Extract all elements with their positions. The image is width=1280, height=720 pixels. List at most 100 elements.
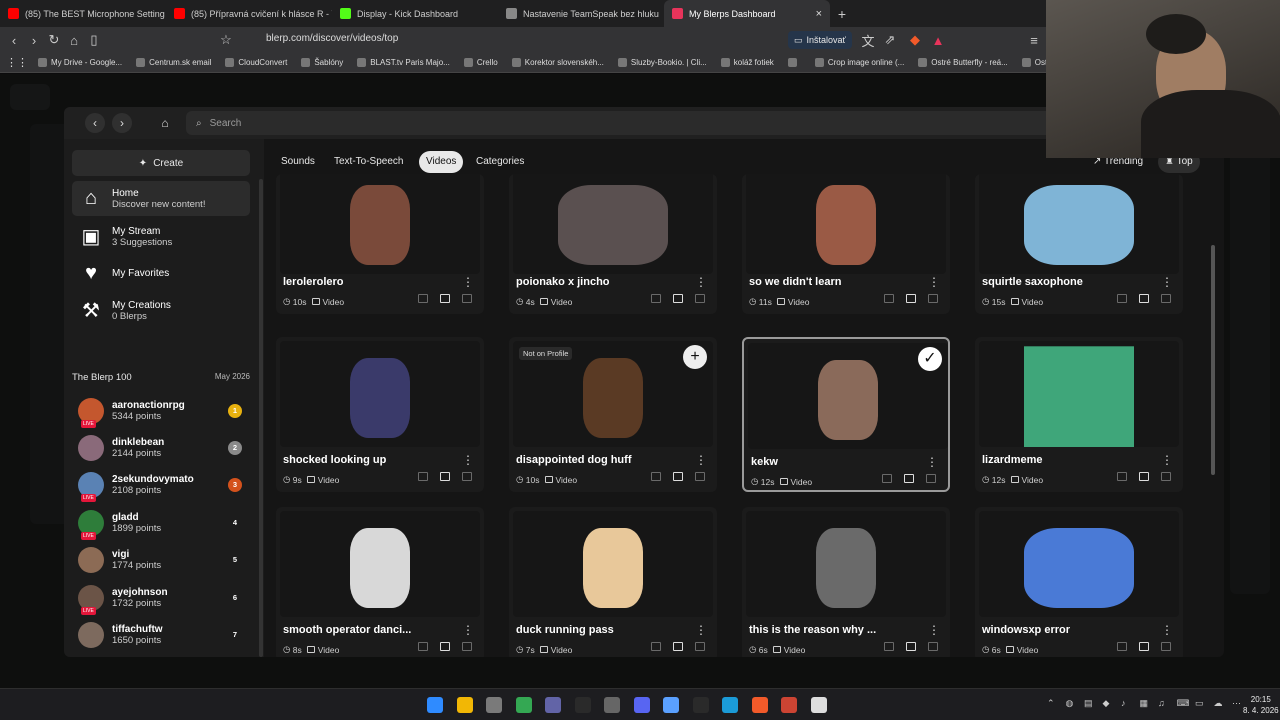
fullscreen-icon[interactable] bbox=[695, 472, 705, 481]
system-clock[interactable]: 20:15 8. 4. 2026 bbox=[1243, 694, 1279, 716]
more-options-icon[interactable]: ⋮ bbox=[1161, 453, 1173, 467]
more-options-icon[interactable]: ⋮ bbox=[695, 453, 707, 467]
video-card[interactable]: lerolerolero ⋮ ◷ 10s Video bbox=[276, 174, 484, 314]
leaderboard-row[interactable]: vigi 1774 points 5 bbox=[72, 542, 250, 579]
video-thumbnail[interactable] bbox=[979, 511, 1179, 617]
home-icon[interactable]: ⌂ bbox=[155, 113, 175, 133]
leaderboard-row[interactable]: tiffachuftw 1650 points 7 bbox=[72, 616, 250, 653]
leaderboard-row[interactable]: dinklebean 2144 points 2 bbox=[72, 429, 250, 466]
search-input[interactable]: ⌕ Search bbox=[186, 111, 1086, 135]
tab-text-to-speech[interactable]: Text-To-Speech bbox=[327, 151, 410, 173]
video-card[interactable]: shocked looking up ⋮ ◷ 9s Video bbox=[276, 337, 484, 492]
brave-icon[interactable] bbox=[751, 697, 768, 713]
app-icon[interactable] bbox=[574, 697, 591, 713]
bookmark-item[interactable] bbox=[787, 58, 801, 67]
tray-icon[interactable]: ⌨ bbox=[1177, 698, 1190, 709]
bookmark-item[interactable]: Šablóny bbox=[301, 58, 343, 67]
bookmark-item[interactable]: Sluzby-Bookio. | Cli... bbox=[617, 58, 707, 67]
screen-icon[interactable] bbox=[440, 294, 450, 303]
fullscreen-icon[interactable] bbox=[1161, 294, 1171, 303]
reload-icon[interactable]: ↻ bbox=[44, 32, 64, 48]
pip-icon[interactable] bbox=[418, 294, 428, 303]
create-button[interactable]: ✦ Create bbox=[72, 150, 250, 176]
tray-icon[interactable]: ▦ bbox=[1140, 698, 1149, 709]
sidebar-scrollbar[interactable] bbox=[259, 179, 263, 657]
leaderboard-row[interactable]: LIVE 2sekundovymato 2108 points 3 bbox=[72, 467, 250, 504]
fullscreen-icon[interactable] bbox=[928, 294, 938, 303]
more-options-icon[interactable]: ⋮ bbox=[928, 275, 940, 289]
apps-icon[interactable]: ⋮⋮ bbox=[6, 56, 28, 69]
install-button[interactable]: ▭ Inštalovať bbox=[788, 31, 852, 49]
video-thumbnail[interactable] bbox=[746, 174, 946, 274]
tray-icon[interactable]: ♪ bbox=[1121, 698, 1126, 708]
app-icon[interactable] bbox=[663, 697, 679, 713]
more-options-icon[interactable]: ⋮ bbox=[1161, 623, 1173, 637]
capcut-icon[interactable] bbox=[810, 697, 827, 713]
start-icon[interactable] bbox=[427, 697, 443, 713]
leaderboard-row[interactable]: LIVErenekreher1504 points8 bbox=[72, 654, 250, 657]
bookmark-item[interactable]: Crello bbox=[463, 58, 498, 67]
back-arrow-icon[interactable]: ‹ bbox=[85, 113, 105, 133]
bookmark-item[interactable]: Centrum.sk email bbox=[136, 58, 211, 67]
screen-icon[interactable] bbox=[1139, 642, 1149, 651]
screen-icon[interactable] bbox=[440, 472, 450, 481]
chrome-icon[interactable] bbox=[515, 697, 532, 713]
video-thumbnail[interactable]: Not on Profile + bbox=[513, 341, 713, 447]
sidebar-item-my-stream[interactable]: ▣ My Stream 3 Suggestions bbox=[72, 219, 250, 254]
more-options-icon[interactable]: ⋮ bbox=[462, 453, 474, 467]
screen-icon[interactable] bbox=[906, 642, 916, 651]
pip-icon[interactable] bbox=[1117, 472, 1127, 481]
browser-tab[interactable]: (85) The BEST Microphone Setting fo bbox=[0, 0, 166, 27]
sidebar-item-my-favorites[interactable]: ♥ My Favorites bbox=[72, 256, 250, 291]
back-icon[interactable]: ‹ bbox=[4, 33, 24, 48]
app-icon[interactable] bbox=[545, 697, 561, 713]
bookmark-item[interactable]: My Drive - Google... bbox=[38, 58, 122, 67]
video-card[interactable]: poionako x jincho ⋮ ◷ 4s Video bbox=[509, 174, 717, 314]
screen-icon[interactable] bbox=[1139, 294, 1149, 303]
pip-icon[interactable] bbox=[1117, 294, 1127, 303]
more-options-icon[interactable]: ⋮ bbox=[695, 275, 707, 289]
more-options-icon[interactable]: ⋮ bbox=[926, 455, 938, 469]
bookmark-star-icon[interactable]: ☆ bbox=[216, 32, 236, 48]
check-icon[interactable]: ✓ bbox=[918, 347, 942, 371]
browser-tab[interactable]: (85) Přípravná cvičení k hlásce R - Yo bbox=[166, 0, 332, 27]
fullscreen-icon[interactable] bbox=[1161, 642, 1171, 651]
bookmark-item[interactable]: koláž fotiek bbox=[720, 58, 774, 67]
fullscreen-icon[interactable] bbox=[695, 642, 705, 651]
tray-icon[interactable]: ☁ bbox=[1214, 698, 1223, 709]
brave-rewards-icon[interactable]: ▲ bbox=[928, 33, 948, 48]
screen-icon[interactable] bbox=[440, 642, 450, 651]
screen-icon[interactable] bbox=[904, 474, 914, 483]
video-card[interactable]: Not on Profile + disappointed dog huff ⋮ ◷ 1… bbox=[509, 337, 717, 492]
browser-tab[interactable]: Display - Kick Dashboard bbox=[332, 0, 498, 27]
leaderboard-row[interactable]: LIVE ayejohnson 1732 points 6 bbox=[72, 579, 250, 616]
video-thumbnail[interactable] bbox=[979, 341, 1179, 447]
leaderboard-row[interactable]: LIVE gladd 1899 points 4 bbox=[72, 504, 250, 541]
video-card[interactable]: this is the reason why ... ⋮ ◷ 6s Video bbox=[742, 507, 950, 657]
pip-icon[interactable] bbox=[884, 642, 894, 651]
tab-videos[interactable]: Videos bbox=[419, 151, 464, 173]
bookmark-item[interactable]: Ostré Butterfly - reá... bbox=[918, 58, 1008, 67]
new-tab-button[interactable]: + bbox=[830, 6, 854, 22]
video-thumbnail[interactable] bbox=[513, 511, 713, 617]
bookmark-item[interactable]: CloudConvert bbox=[225, 58, 287, 67]
fullscreen-icon[interactable] bbox=[926, 474, 936, 483]
leaderboard-row[interactable]: LIVE aaronactionrpg 5344 points 1 bbox=[72, 392, 250, 429]
screen-icon[interactable] bbox=[673, 642, 683, 651]
translate-icon[interactable]: 文 bbox=[858, 31, 878, 50]
pip-icon[interactable] bbox=[651, 472, 661, 481]
content-scrollbar[interactable] bbox=[1211, 245, 1215, 475]
video-card[interactable]: lizardmeme ⋮ ◷ 12s Video bbox=[975, 337, 1183, 492]
pip-icon[interactable] bbox=[418, 472, 428, 481]
forward-arrow-icon[interactable]: › bbox=[112, 113, 132, 133]
screen-icon[interactable] bbox=[906, 294, 916, 303]
video-thumbnail[interactable] bbox=[280, 511, 480, 617]
video-thumbnail[interactable] bbox=[280, 341, 480, 447]
fullscreen-icon[interactable] bbox=[462, 642, 472, 651]
pip-icon[interactable] bbox=[884, 294, 894, 303]
bookmark-item[interactable]: BLAST.tv Paris Majo... bbox=[357, 58, 450, 67]
video-thumbnail[interactable] bbox=[280, 174, 480, 274]
close-tab-icon[interactable]: × bbox=[816, 8, 822, 20]
video-card[interactable]: squirtle saxophone ⋮ ◷ 15s Video bbox=[975, 174, 1183, 314]
video-card[interactable]: so we didn't learn ⋮ ◷ 11s Video bbox=[742, 174, 950, 314]
